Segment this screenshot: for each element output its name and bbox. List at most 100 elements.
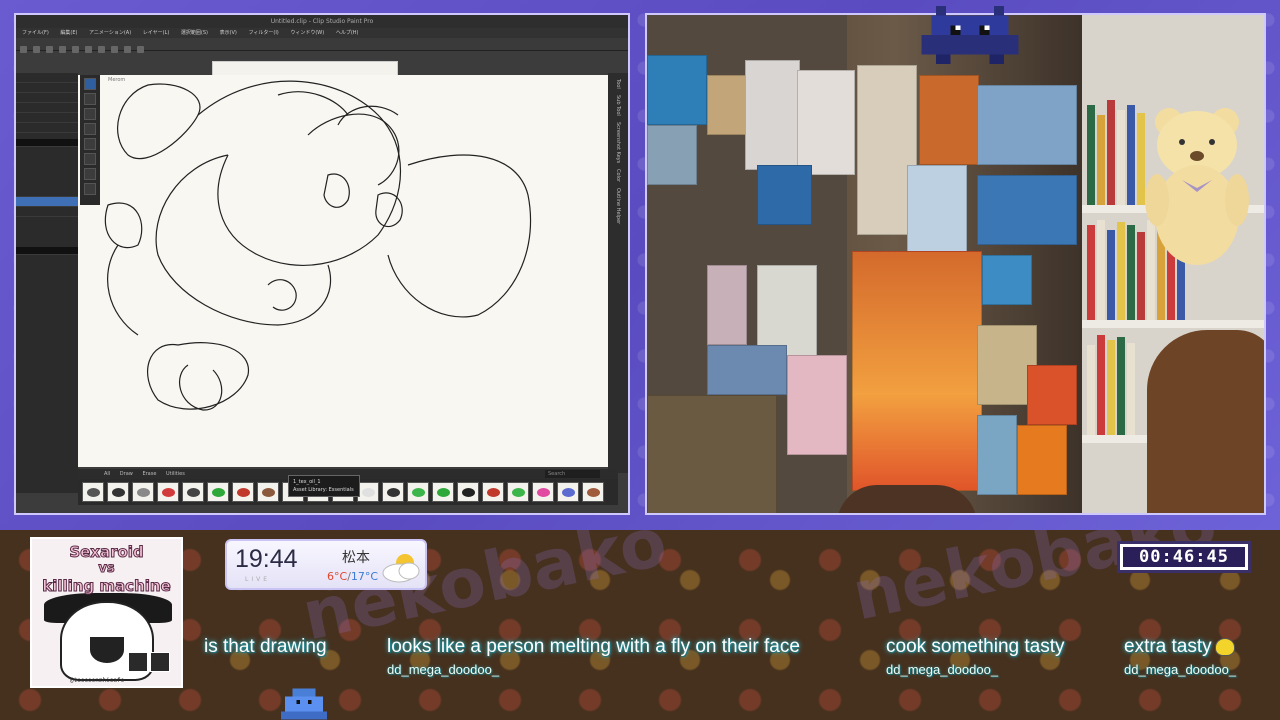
poster — [1027, 365, 1077, 425]
brush-tab-utilities[interactable]: Utilities — [166, 471, 185, 477]
chat-message: is that drawing — [204, 636, 327, 662]
brush-tab-erase[interactable]: Erase — [142, 471, 156, 477]
brush-preset[interactable] — [182, 482, 204, 502]
brush-preset[interactable] — [132, 482, 154, 502]
brush-preset[interactable] — [357, 482, 379, 502]
brush-stroke-preview — [512, 488, 525, 497]
brush-preset[interactable] — [407, 482, 429, 502]
weather-temperature: 6°C/17°C — [327, 570, 378, 583]
fill-tool-icon[interactable] — [84, 123, 96, 135]
poster — [977, 175, 1077, 245]
menu-item-edit[interactable]: 編集(E) — [60, 30, 77, 36]
menu-item-file[interactable]: ファイル(F) — [22, 30, 49, 36]
brush-preset[interactable] — [482, 482, 504, 502]
right-dock: Tool Sub Tool Screenshot Keys Color Outl… — [608, 73, 628, 473]
brush-preset[interactable] — [107, 482, 129, 502]
ruler-icon[interactable] — [137, 46, 144, 53]
menu-item-select[interactable]: 選択範囲(S) — [181, 30, 208, 36]
layer-row-selected[interactable] — [16, 197, 78, 207]
transform-icon[interactable] — [98, 46, 105, 53]
chat-username: dd_mega_doodoo_ — [1124, 662, 1237, 677]
app-title-bar: Untitled.clip - Clip Studio Paint Pro — [16, 15, 628, 28]
move-tool-icon[interactable] — [84, 183, 96, 195]
poster — [647, 55, 707, 125]
brush-preset[interactable] — [557, 482, 579, 502]
brush-stroke-preview — [237, 488, 250, 497]
temp-low: 17°C — [350, 570, 379, 583]
menu-item-help[interactable]: ヘルプ(H) — [336, 30, 359, 36]
menu-item-view[interactable]: 表示(V) — [220, 30, 237, 36]
shelf-board — [1082, 320, 1264, 328]
layer-row[interactable] — [16, 73, 78, 83]
menu-item-window[interactable]: ウィンドウ(W) — [290, 30, 324, 36]
brush-tab-draw[interactable]: Draw — [120, 471, 133, 477]
clear-icon[interactable] — [85, 46, 92, 53]
menu-item-layer[interactable]: レイヤー(L) — [143, 30, 170, 36]
brush-search-input[interactable]: Search — [545, 470, 600, 478]
teddy-bear — [1145, 108, 1249, 265]
drawing-canvas[interactable]: Merom — [78, 75, 608, 467]
brush-preset[interactable] — [432, 482, 454, 502]
undo-icon[interactable] — [59, 46, 66, 53]
lasso-tool-icon[interactable] — [84, 168, 96, 180]
poster — [907, 165, 967, 255]
brush-preset[interactable] — [582, 482, 604, 502]
brush-preset[interactable] — [457, 482, 479, 502]
brush-tool-icon[interactable] — [84, 93, 96, 105]
layer-row[interactable] — [16, 103, 78, 113]
dock-tab-screenshot-keys[interactable]: Screenshot Keys — [615, 122, 621, 163]
layer-row[interactable] — [16, 113, 78, 123]
menu-item-filter[interactable]: フィルター(I) — [248, 30, 278, 36]
color-swatch[interactable] — [16, 247, 78, 255]
brush-tooltip: 1_tex_oil_1 Asset Library: Essentials — [288, 475, 360, 497]
brush-preset[interactable] — [82, 482, 104, 502]
open-icon[interactable] — [33, 46, 40, 53]
brush-stroke-preview — [137, 488, 150, 497]
layer-row[interactable] — [16, 207, 78, 217]
clock-time: 19:44 — [235, 545, 298, 573]
deselect-icon[interactable] — [111, 46, 118, 53]
brush-preset[interactable] — [532, 482, 554, 502]
layer-row[interactable] — [16, 83, 78, 93]
cover-title-line2: vs — [98, 561, 115, 577]
dock-tab-tool[interactable]: Tool — [615, 79, 621, 89]
menu-item-animation[interactable]: アニメーション(A) — [89, 30, 131, 36]
brush-preset[interactable] — [507, 482, 529, 502]
chat-message-text-with-emote: extra tasty — [1124, 636, 1236, 658]
selection-tool-icon[interactable] — [84, 138, 96, 150]
dock-tab-outline-helper[interactable]: Outline Helper — [615, 188, 621, 224]
brush-preset[interactable] — [382, 482, 404, 502]
cover-title-line1: Sexaroid — [69, 543, 144, 562]
eraser-tool-icon[interactable] — [84, 108, 96, 120]
brush-preset[interactable] — [257, 482, 279, 502]
layer-row[interactable] — [16, 93, 78, 103]
dock-tab-subtool[interactable]: Sub Tool — [615, 95, 621, 116]
brush-stroke-preview — [537, 488, 550, 497]
color-swatch[interactable] — [16, 139, 78, 147]
tooltip-name: 1_tex_oil_1 — [293, 479, 321, 485]
command-bar — [16, 38, 628, 53]
drawing-app-capture: Untitled.clip - Clip Studio Paint Pro ファ… — [14, 13, 630, 515]
brush-tab-all[interactable]: All — [104, 471, 110, 477]
brush-stroke-preview — [212, 488, 225, 497]
layer-panel — [16, 73, 78, 493]
pen-tool-icon[interactable] — [84, 78, 96, 90]
brush-preset[interactable] — [207, 482, 229, 502]
poster — [707, 345, 787, 395]
dragon-poster — [852, 251, 982, 491]
layer-row[interactable] — [16, 123, 78, 133]
snap-icon[interactable] — [124, 46, 131, 53]
poster — [977, 85, 1077, 165]
sketch-lines — [104, 80, 532, 411]
layer-row[interactable] — [16, 187, 78, 197]
redo-icon[interactable] — [72, 46, 79, 53]
save-icon[interactable] — [46, 46, 53, 53]
brush-preset[interactable] — [157, 482, 179, 502]
dock-tab-color[interactable]: Color — [615, 169, 621, 182]
brush-stroke-preview — [162, 488, 175, 497]
chat-username: dd_mega_doodoo_ — [886, 662, 999, 677]
brush-stroke-preview — [487, 488, 500, 497]
brush-preset[interactable] — [232, 482, 254, 502]
new-file-icon[interactable] — [20, 46, 27, 53]
eyedropper-icon[interactable] — [84, 153, 96, 165]
